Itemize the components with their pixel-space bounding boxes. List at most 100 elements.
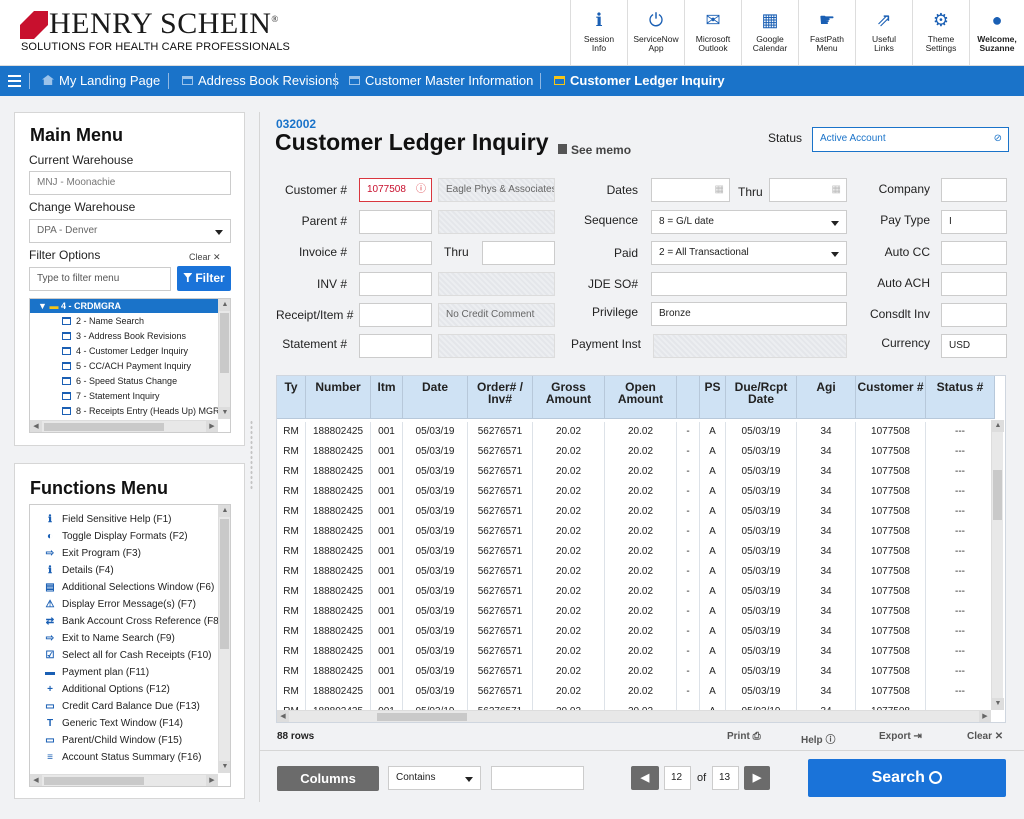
hamburger-menu-icon[interactable]: [8, 75, 21, 87]
company-input[interactable]: [941, 178, 1007, 202]
function-item[interactable]: ℹ Field Sensitive Help (F1): [44, 511, 171, 528]
table-row[interactable]: RM18880242500105/03/195627657120.0220.02…: [277, 702, 991, 710]
date-from-input[interactable]: ▦: [651, 178, 730, 202]
function-item[interactable]: ℹ Details (F4): [44, 562, 114, 579]
table-row[interactable]: RM18880242500105/03/195627657120.0220.02…: [277, 502, 991, 522]
function-item[interactable]: T Generic Text Window (F14): [44, 715, 183, 732]
function-item[interactable]: ▭ Credit Card Balance Due (F13): [44, 698, 200, 715]
clear-filter-link[interactable]: Clear ✕: [189, 252, 221, 263]
statement-input[interactable]: [359, 334, 432, 358]
table-row[interactable]: RM18880242500105/03/195627657120.0220.02…: [277, 602, 991, 622]
tree-root-item[interactable]: ▼ ▬ 4 - CRDMGRA: [30, 299, 218, 313]
column-header[interactable]: Customer #: [856, 376, 926, 419]
grid-scrollbar-h[interactable]: ◀ ▶: [277, 710, 991, 722]
customer-number-input[interactable]: 1077508 ⓘ: [359, 178, 432, 202]
tree-item[interactable]: 2 - Name Search: [62, 314, 144, 329]
table-row[interactable]: RM18880242500105/03/195627657120.0220.02…: [277, 482, 991, 502]
tree-item[interactable]: 5 - CC/ACH Payment Inquiry: [62, 359, 191, 374]
filter-menu-input[interactable]: Type to filter menu: [29, 267, 171, 291]
auto-cc-input[interactable]: [941, 241, 1007, 265]
panel-splitter[interactable]: [250, 420, 253, 490]
functions-scrollbar-h[interactable]: ◀ ▶: [30, 774, 218, 786]
tree-item[interactable]: 8 - Receipts Entry (Heads Up) MGR: [62, 404, 220, 419]
receipt-input[interactable]: [359, 303, 432, 327]
contains-select[interactable]: Contains: [388, 766, 481, 790]
page-number-input[interactable]: 12: [664, 766, 691, 790]
auto-ach-input[interactable]: [941, 272, 1007, 296]
toolbar-button[interactable]: ● Welcome, Suzanne: [969, 0, 1024, 66]
see-memo-link[interactable]: See memo: [558, 143, 631, 157]
paid-select[interactable]: 2 = All Transactional: [651, 241, 847, 265]
filter-button[interactable]: Filter: [177, 266, 231, 291]
table-row[interactable]: RM18880242500105/03/195627657120.0220.02…: [277, 462, 991, 482]
nav-item-customer-master[interactable]: Customer Master Information: [349, 66, 533, 96]
current-warehouse-field[interactable]: MNJ - Moonachie: [29, 171, 231, 195]
invoice-thru-input[interactable]: [482, 241, 555, 265]
function-item[interactable]: ▤ Additional Selections Window (F6): [44, 579, 214, 596]
nav-item-address-book[interactable]: Address Book Revisions: [182, 66, 339, 96]
toolbar-button[interactable]: ⏻ ServiceNow App: [627, 0, 684, 66]
function-item[interactable]: + Additional Options (F12): [44, 681, 170, 698]
column-header[interactable]: Gross Amount: [533, 376, 605, 419]
toolbar-button[interactable]: ☛ FastPath Menu: [798, 0, 855, 66]
tree-item[interactable]: 7 - Statement Inquiry: [62, 389, 160, 404]
table-row[interactable]: RM18880242500105/03/195627657120.0220.02…: [277, 582, 991, 602]
function-item[interactable]: ◐ Toggle Display Formats (F2): [44, 528, 188, 545]
inv-input[interactable]: [359, 272, 432, 296]
function-item[interactable]: ☑ Select all for Cash Receipts (F10): [44, 647, 212, 664]
column-header[interactable]: PS: [700, 376, 726, 419]
parent-input[interactable]: [359, 210, 432, 234]
sequence-select[interactable]: 8 = G/L date: [651, 210, 847, 234]
toolbar-button[interactable]: ⇗ Useful Links: [855, 0, 912, 66]
toolbar-button[interactable]: ⚙ Theme Settings: [912, 0, 969, 66]
change-warehouse-select[interactable]: DPA - Denver: [29, 219, 231, 243]
column-header[interactable]: Ty: [277, 376, 306, 419]
nav-item-landing[interactable]: My Landing Page: [42, 66, 160, 96]
tree-item[interactable]: 6 - Speed Status Change: [62, 374, 177, 389]
table-row[interactable]: RM18880242500105/03/195627657120.0220.02…: [277, 622, 991, 642]
table-row[interactable]: RM18880242500105/03/195627657120.0220.02…: [277, 442, 991, 462]
export-button[interactable]: Export ⇥: [879, 731, 922, 742]
table-row[interactable]: RM18880242500105/03/195627657120.0220.02…: [277, 662, 991, 682]
function-item[interactable]: ⚠ Display Error Message(s) (F7): [44, 596, 196, 613]
function-item[interactable]: ⇨ Exit to Name Search (F9): [44, 630, 175, 647]
column-header[interactable]: Status #: [926, 376, 995, 419]
column-header[interactable]: Date: [403, 376, 468, 419]
tree-scrollbar-v[interactable]: ▲ ▼: [218, 299, 230, 419]
column-header[interactable]: [677, 376, 700, 419]
function-item[interactable]: ⇨ Exit Program (F3): [44, 545, 141, 562]
table-row[interactable]: RM18880242500105/03/195627657120.0220.02…: [277, 562, 991, 582]
column-header[interactable]: Itm: [371, 376, 403, 419]
grid-scrollbar-v[interactable]: ▲ ▼: [991, 420, 1004, 710]
tree-item[interactable]: 3 - Address Book Revisions: [62, 329, 186, 344]
prev-page-button[interactable]: ◀: [631, 766, 659, 790]
toolbar-button[interactable]: ℹ Session Info: [570, 0, 627, 66]
next-page-button[interactable]: ▶: [744, 766, 770, 790]
column-header[interactable]: Number: [306, 376, 371, 419]
consdlt-inv-input[interactable]: [941, 303, 1007, 327]
table-row[interactable]: RM18880242500105/03/195627657120.0220.02…: [277, 682, 991, 702]
status-field[interactable]: Active Account ⊘: [812, 127, 1009, 152]
date-thru-input[interactable]: ▦: [769, 178, 847, 202]
functions-scrollbar-v[interactable]: ▲ ▼: [218, 505, 230, 773]
nav-item-customer-ledger[interactable]: Customer Ledger Inquiry: [554, 66, 725, 96]
table-row[interactable]: RM18880242500105/03/195627657120.0220.02…: [277, 522, 991, 542]
tree-scrollbar-h[interactable]: ◀ ▶: [30, 420, 218, 432]
table-row[interactable]: RM18880242500105/03/195627657120.0220.02…: [277, 422, 991, 442]
toolbar-button[interactable]: ✉ Microsoft Outlook: [684, 0, 741, 66]
clear-button[interactable]: Clear ✕: [967, 731, 1003, 742]
invoice-from-input[interactable]: [359, 241, 432, 265]
tree-item[interactable]: 4 - Customer Ledger Inquiry: [62, 344, 188, 359]
pay-type-input[interactable]: I: [941, 210, 1007, 234]
function-item[interactable]: ≡ Account Status Summary (F16): [44, 749, 201, 766]
column-header[interactable]: Agi: [797, 376, 856, 419]
function-item[interactable]: ▭ Parent/Child Window (F15): [44, 732, 182, 749]
column-header[interactable]: Open Amount: [605, 376, 677, 419]
column-header[interactable]: Order# / Inv#: [468, 376, 533, 419]
toolbar-button[interactable]: ▦ Google Calendar: [741, 0, 798, 66]
function-item[interactable]: ⇄ Bank Account Cross Reference (F8): [44, 613, 222, 630]
jde-so-input[interactable]: [651, 272, 847, 296]
search-value-input[interactable]: [491, 766, 584, 790]
table-row[interactable]: RM18880242500105/03/195627657120.0220.02…: [277, 542, 991, 562]
table-row[interactable]: RM18880242500105/03/195627657120.0220.02…: [277, 642, 991, 662]
